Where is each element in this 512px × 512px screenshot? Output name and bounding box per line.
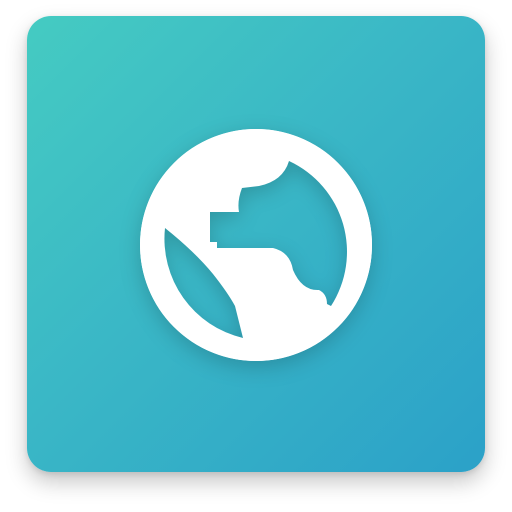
canvas <box>0 0 512 512</box>
app-icon[interactable] <box>27 16 485 472</box>
globe-icon <box>140 129 372 361</box>
